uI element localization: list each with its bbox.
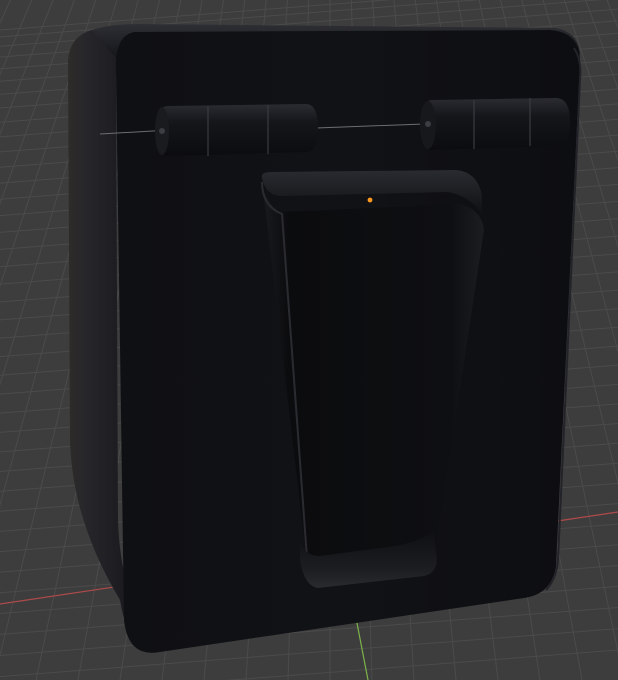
left-hinge-pin-hole <box>159 128 165 134</box>
grid-line <box>0 628 618 678</box>
right-hinge[interactable] <box>420 98 570 150</box>
origin-marker <box>367 197 373 203</box>
grid-line <box>225 649 618 680</box>
right-hinge-pin-hole <box>425 121 431 127</box>
3d-viewport[interactable] <box>0 0 618 680</box>
right-hinge-body <box>420 98 570 150</box>
left-hinge[interactable] <box>155 104 318 156</box>
viewport-canvas[interactable] <box>0 0 618 680</box>
left-hinge-body <box>156 104 318 156</box>
